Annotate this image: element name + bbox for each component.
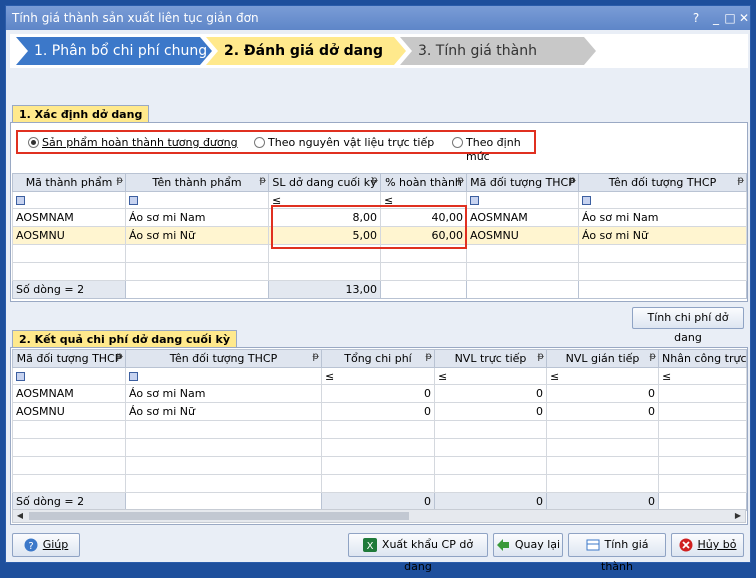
- pin-icon[interactable]: ᵽ: [425, 351, 432, 362]
- filter-icon[interactable]: [16, 372, 25, 381]
- help-icon[interactable]: ?: [688, 6, 704, 30]
- filter-cell[interactable]: ≤: [321, 367, 435, 385]
- filter-cell[interactable]: ≤: [268, 191, 381, 209]
- filter-cell[interactable]: ≤: [658, 367, 747, 385]
- direct-materials-sum: 0: [434, 492, 547, 511]
- grid-footer: Số dòng = 2 0 0 0: [12, 492, 747, 511]
- total-cost-sum: 0: [321, 492, 435, 511]
- row-count: Số dòng = 2: [12, 492, 126, 511]
- filter-row: ≤ ≤: [12, 191, 747, 209]
- filter-cell[interactable]: [12, 191, 126, 209]
- col-total-cost[interactable]: Tổng chi phí ᵽ: [321, 349, 435, 368]
- col-direct-labor[interactable]: Nhân công trực t: [658, 349, 747, 368]
- wizard-steps: 1. Phân bổ chi phí chung 2. Đánh giá dở …: [10, 34, 748, 68]
- table-row[interactable]: AOSMNU Áo sơ mi Nữ 0 0 0: [12, 402, 747, 421]
- pin-icon[interactable]: ᵽ: [312, 351, 319, 362]
- scroll-left-icon[interactable]: ◀: [13, 510, 27, 522]
- filter-cell[interactable]: [578, 191, 747, 209]
- scroll-right-icon[interactable]: ▶: [731, 510, 745, 522]
- pin-icon[interactable]: ᵽ: [116, 351, 123, 362]
- total-wip-qty: 13,00: [268, 280, 381, 299]
- table-icon: [586, 539, 599, 551]
- filter-cell[interactable]: ≤: [434, 367, 547, 385]
- filter-icon[interactable]: [470, 196, 479, 205]
- cancel-icon: [679, 538, 693, 552]
- table-row[interactable]: AOSMNAM Áo sơ mi Nam 0 0 0: [12, 384, 747, 403]
- wizard-step-3[interactable]: 3. Tính giá thành: [400, 37, 596, 65]
- filter-icon[interactable]: [582, 196, 591, 205]
- radio-selected-icon: [28, 137, 39, 148]
- close-icon[interactable]: ✕: [736, 6, 752, 30]
- grid-footer: Số dòng = 2 13,00: [12, 280, 747, 299]
- section-2-title: 2. Kết quả chi phí dở dang cuối kỳ: [12, 330, 238, 348]
- calc-wip-button[interactable]: Tính chi phí dở dang: [632, 307, 744, 344]
- row-count: Số dòng = 2: [12, 280, 126, 299]
- col-cost-object-name[interactable]: Tên đối tượng THCP ᵽ: [578, 173, 747, 192]
- arrow-left-icon: [496, 539, 509, 551]
- col-direct-materials[interactable]: NVL trực tiếp ᵽ: [434, 349, 547, 368]
- completion-pct-cell[interactable]: 60,00: [380, 226, 467, 245]
- pin-icon[interactable]: ᵽ: [116, 175, 123, 186]
- wip-qty-cell[interactable]: 8,00: [268, 208, 381, 227]
- col-product-code[interactable]: Mã thành phẩm ᵽ: [12, 173, 126, 192]
- filter-cell[interactable]: [12, 367, 126, 385]
- table-row[interactable]: AOSMNAM Áo sơ mi Nam 8,00 40,00 AOSMNAM …: [12, 208, 747, 227]
- col-completion-pct[interactable]: % hoàn thành ᵽ: [380, 173, 467, 192]
- scroll-thumb[interactable]: [29, 512, 409, 520]
- radio-empty-icon: [452, 137, 463, 148]
- radio-equivalent-units[interactable]: Sản phẩm hoàn thành tương đương: [28, 136, 238, 150]
- help-button[interactable]: ? Giúp: [12, 533, 80, 557]
- title-bar: Tính giá thành sản xuất liên tục giản đơ…: [6, 6, 750, 30]
- pin-icon[interactable]: ᵽ: [737, 175, 744, 186]
- col-product-name[interactable]: Tên thành phẩm ᵽ: [125, 173, 269, 192]
- window-title: Tính giá thành sản xuất liên tục giản đơ…: [12, 11, 259, 25]
- filter-cell[interactable]: ≤: [546, 367, 659, 385]
- main-window: Tính giá thành sản xuất liên tục giản đơ…: [5, 5, 751, 573]
- excel-icon: X: [362, 538, 377, 552]
- pin-icon[interactable]: ᵽ: [371, 175, 378, 186]
- pin-icon[interactable]: ᵽ: [569, 175, 576, 186]
- wizard-step-1[interactable]: 1. Phân bổ chi phí chung: [16, 37, 212, 65]
- help-circle-icon: ?: [24, 538, 38, 552]
- section-1-title: 1. Xác định dở dang: [12, 105, 150, 123]
- result-grid: Mã đối tượng THCP ᵽ Tên đối tượng THCP ᵽ T…: [12, 349, 747, 511]
- radio-empty-icon: [254, 137, 265, 148]
- indirect-materials-sum: 0: [546, 492, 659, 511]
- col-indirect-materials[interactable]: NVL gián tiếp ᵽ: [546, 349, 659, 368]
- radio-norm[interactable]: Theo định mức: [452, 136, 534, 163]
- filter-icon[interactable]: [16, 196, 25, 205]
- pin-icon[interactable]: ᵽ: [259, 175, 266, 186]
- col-cost-object-name[interactable]: Tên đối tượng THCP ᵽ: [125, 349, 322, 368]
- filter-cell[interactable]: [125, 191, 269, 209]
- method-radio-group: Sản phẩm hoàn thành tương đương Theo ngu…: [16, 130, 536, 163]
- export-wip-button[interactable]: X Xuất khẩu CP dở dang: [348, 533, 488, 573]
- wip-grid: Mã thành phẩm ᵽ Tên thành phẩm ᵽ SL dở dan…: [12, 173, 747, 299]
- radio-direct-materials[interactable]: Theo nguyên vật liệu trực tiếp: [254, 136, 434, 150]
- filter-row: ≤ ≤ ≤ ≤: [12, 367, 747, 385]
- svg-text:?: ?: [28, 541, 33, 552]
- col-cost-object-code[interactable]: Mã đối tượng THCP ᵽ: [466, 173, 579, 192]
- filter-cell[interactable]: [125, 367, 322, 385]
- horizontal-scrollbar[interactable]: ◀ ▶: [12, 509, 746, 523]
- pin-icon[interactable]: ᵽ: [649, 351, 656, 362]
- svg-text:X: X: [366, 541, 373, 552]
- filter-cell[interactable]: [466, 191, 579, 209]
- wip-qty-cell[interactable]: 5,00: [268, 226, 381, 245]
- back-button[interactable]: Quay lại: [493, 533, 563, 557]
- filter-cell[interactable]: ≤: [380, 191, 467, 209]
- pin-icon[interactable]: ᵽ: [457, 175, 464, 186]
- cancel-button[interactable]: Hủy bỏ: [671, 533, 744, 557]
- completion-pct-cell[interactable]: 40,00: [380, 208, 467, 227]
- filter-icon[interactable]: [129, 372, 138, 381]
- col-cost-object-code[interactable]: Mã đối tượng THCP ᵽ: [12, 349, 126, 368]
- table-row[interactable]: AOSMNU Áo sơ mi Nữ 5,00 60,00 AOSMNU Áo …: [12, 226, 747, 245]
- pin-icon[interactable]: ᵽ: [537, 351, 544, 362]
- compute-cost-button[interactable]: Tính giá thành: [568, 533, 666, 573]
- filter-icon[interactable]: [129, 196, 138, 205]
- wizard-step-2[interactable]: 2. Đánh giá dở dang: [206, 37, 406, 65]
- col-wip-qty[interactable]: SL dở dang cuối kỳ ᵽ: [268, 173, 381, 192]
